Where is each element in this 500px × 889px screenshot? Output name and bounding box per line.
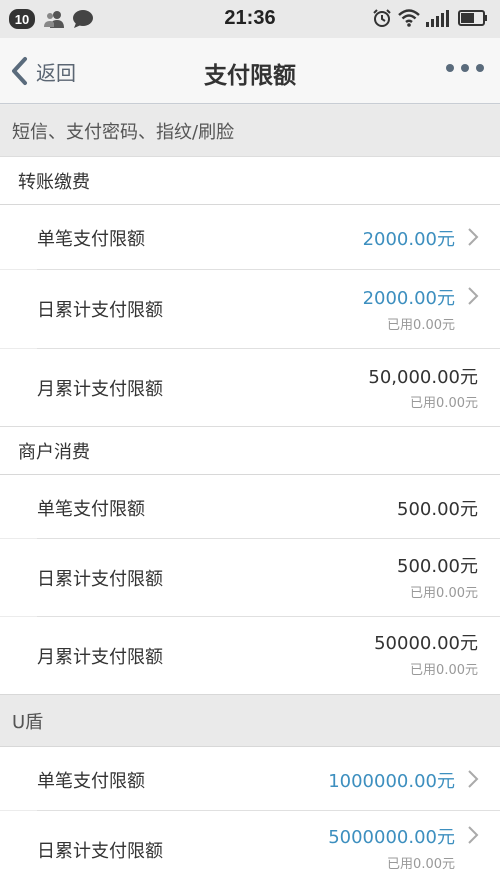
row-label: 日累计支付限额 (37, 300, 163, 321)
status-bar: 10 21:36 (0, 0, 500, 38)
row-transfer-single-limit[interactable]: 单笔支付限额 2000.00元 (0, 205, 500, 269)
row-value: 500.00元 (397, 556, 478, 577)
row-transfer-monthly-limit: 月累计支付限额 50,000.00元 已用0.00元 (0, 349, 500, 426)
row-value: 50,000.00元 (368, 367, 478, 388)
more-dot-icon (476, 64, 484, 72)
group-header-merchant: 商户消费 (0, 426, 500, 474)
row-ukey-single-limit[interactable]: 单笔支付限额 1000000.00元 (0, 747, 500, 810)
row-transfer-daily-limit[interactable]: 日累计支付限额 2000.00元 已用0.00元 (0, 270, 500, 348)
row-used-amount: 已用0.00元 (410, 663, 478, 678)
alarm-icon (373, 9, 391, 27)
row-used-amount: 已用0.00元 (387, 318, 455, 333)
chevron-right-icon (468, 287, 479, 305)
row-label: 月累计支付限额 (37, 379, 163, 400)
more-dot-icon (461, 64, 469, 72)
row-merchant-daily-limit: 日累计支付限额 500.00元 已用0.00元 (0, 539, 500, 616)
page-title: 支付限额 (204, 63, 296, 89)
row-merchant-monthly-limit: 月累计支付限额 50000.00元 已用0.00元 (0, 617, 500, 694)
row-label: 月累计支付限额 (37, 647, 163, 668)
row-value: 2000.00元 (362, 288, 455, 309)
chevron-right-icon (468, 826, 479, 844)
row-ukey-daily-limit[interactable]: 日累计支付限额 5000000.00元 已用0.00元 (0, 811, 500, 889)
row-label: 日累计支付限额 (37, 569, 163, 590)
row-used-amount: 已用0.00元 (410, 586, 478, 601)
row-value: 5000000.00元 (328, 827, 455, 848)
row-value: 50000.00元 (374, 633, 478, 654)
more-options-button[interactable] (446, 64, 484, 72)
more-dot-icon (446, 64, 454, 72)
row-label: 日累计支付限额 (37, 841, 163, 862)
row-used-amount: 已用0.00元 (410, 396, 478, 411)
row-value: 1000000.00元 (328, 771, 455, 792)
group-header-transfer: 转账缴费 (0, 156, 500, 205)
section-header-ukey: U盾 (0, 695, 500, 746)
wifi-icon (398, 9, 420, 27)
chevron-right-icon (468, 770, 479, 788)
row-label: 单笔支付限额 (37, 771, 145, 792)
row-used-amount: 已用0.00元 (387, 857, 455, 872)
navigation-bar: 返回 支付限额 (0, 38, 500, 104)
signal-icon (426, 10, 449, 27)
row-merchant-single-limit: 单笔支付限额 500.00元 (0, 475, 500, 538)
row-value: 500.00元 (397, 499, 478, 520)
row-label: 单笔支付限额 (37, 229, 145, 250)
section-header-sms-password: 短信、支付密码、指纹/刷脸 (0, 105, 500, 156)
row-label: 单笔支付限额 (37, 499, 145, 520)
chevron-right-icon (468, 228, 479, 246)
battery-icon (458, 10, 487, 26)
row-value: 2000.00元 (362, 229, 455, 250)
